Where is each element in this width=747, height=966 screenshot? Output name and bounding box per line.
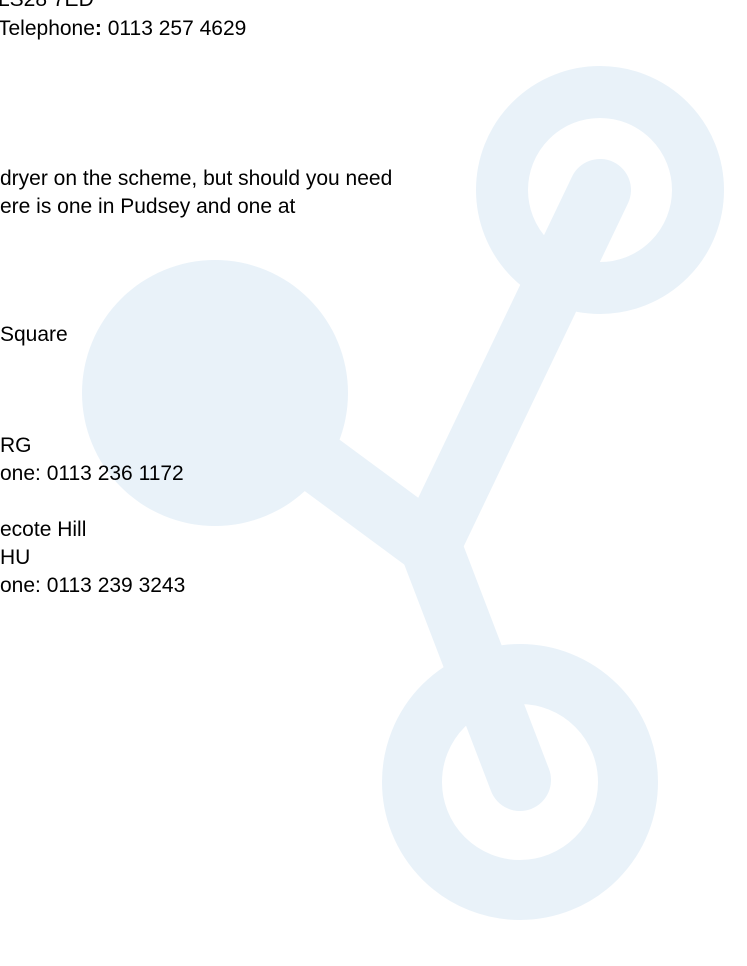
- launderette-2-postcode: HU: [0, 546, 31, 569]
- launderette-1-phone: one: 0113 236 1172: [0, 462, 184, 485]
- launderette-1-postcode: RG: [0, 434, 32, 457]
- postcode-partial: LS28 7ED: [0, 0, 94, 12]
- paragraph-line-2: ere is one in Pudsey and one at: [0, 195, 296, 218]
- document-page: { "document": { "header_block": { "postc…: [0, 0, 747, 966]
- telephone-colon: :: [94, 17, 102, 40]
- launderette-2-phone: one: 0113 239 3243: [0, 574, 186, 597]
- launderette-1-address: Square: [0, 323, 68, 346]
- telephone-line: Telephone: 0113 257 4629: [0, 17, 246, 41]
- telephone-label: Telephone: [0, 17, 95, 40]
- launderette-2-address: ecote Hill: [0, 518, 87, 541]
- telephone-number: 0113 257 4629: [101, 17, 247, 40]
- paragraph-line-1: dryer on the scheme, but should you need: [0, 167, 393, 190]
